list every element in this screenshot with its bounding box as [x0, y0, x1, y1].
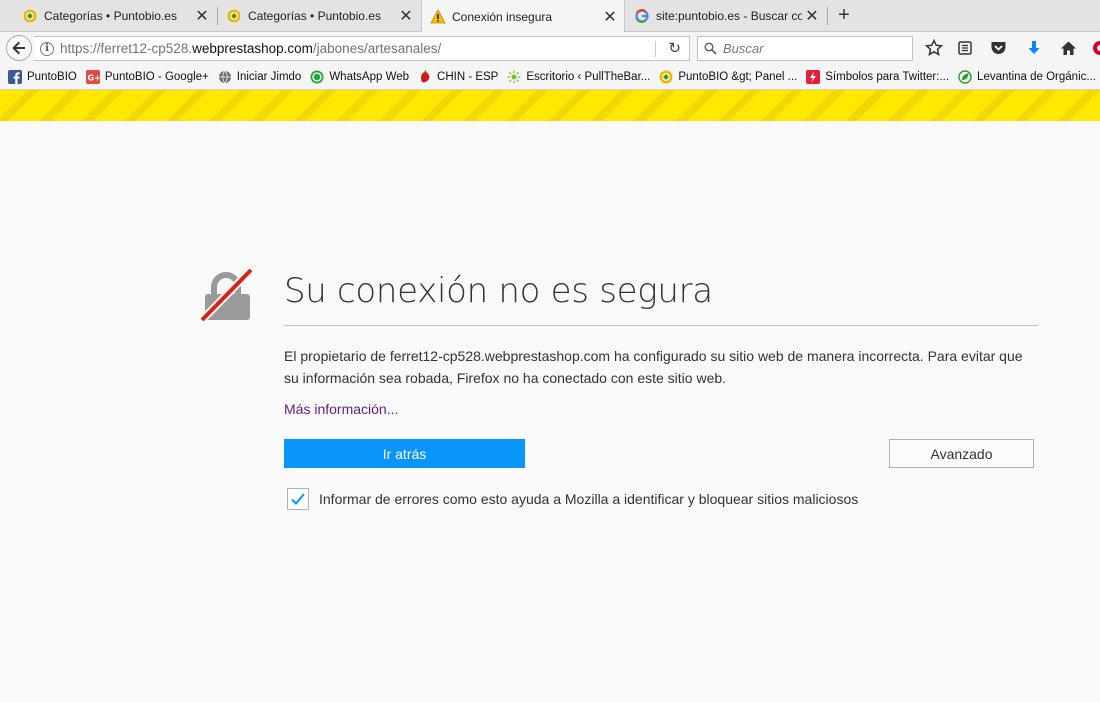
error-page: Su conexión no es segura El propietario … [0, 121, 1100, 702]
reading-list-icon[interactable] [955, 38, 975, 58]
tab-separator [827, 7, 828, 25]
report-errors-label: Informar de errores como esto ayuda a Mo… [319, 491, 859, 507]
bookmarks-toolbar: PuntoBIO G+ PuntoBIO - Google+ Iniciar J… [0, 64, 1100, 90]
whatsapp-icon [310, 70, 324, 84]
close-icon[interactable]: ✕ [802, 6, 822, 26]
search-placeholder: Buscar [723, 41, 764, 56]
title-divider [284, 325, 1038, 326]
tab-conexion-insegura[interactable]: Conexión insegura ✕ [421, 0, 625, 33]
facebook-icon [8, 69, 22, 84]
broken-lock-icon [200, 268, 256, 325]
warning-stripe [0, 90, 1100, 121]
close-icon[interactable]: ✕ [192, 6, 212, 26]
page-title: Su conexión no es segura [284, 271, 713, 311]
bolt-icon [806, 69, 821, 84]
bookmark-label: Iniciar Jimdo [236, 70, 302, 83]
bookmark-star-icon[interactable] [924, 38, 944, 58]
tab-categorias-2[interactable]: Categorías • Puntobio.es ✕ [218, 0, 420, 32]
warning-triangle-icon [430, 9, 446, 25]
report-errors-checkbox[interactable] [287, 488, 309, 510]
url-bar[interactable]: i https://ferret12-cp528. webprestashop.c… [34, 36, 690, 61]
puntobio-favicon-icon [226, 8, 242, 24]
google-plus-icon: G+ [85, 69, 100, 84]
download-icon[interactable] [1024, 38, 1044, 58]
tab-title: Categorías • Puntobio.es [248, 9, 381, 23]
url-path: /jabones/artesanales/ [312, 41, 442, 56]
bookmark-whatsapp[interactable]: WhatsApp Web [310, 70, 409, 84]
bookmark-label: WhatsApp Web [329, 70, 410, 83]
bookmark-label: Levantina de Orgánic... [977, 70, 1096, 83]
bookmark-levantina[interactable]: Levantina de Orgánic... [958, 69, 1096, 84]
home-icon[interactable] [1058, 38, 1078, 58]
bookmark-escritorio[interactable]: Escritorio ‹ PullTheBar... [507, 70, 650, 84]
google-g-icon [634, 8, 650, 24]
bookmark-label: Escritorio ‹ PullTheBar... [526, 70, 651, 83]
puntobio-favicon-icon [22, 8, 38, 24]
pocket-icon[interactable] [988, 38, 1008, 58]
checkmark-icon [291, 493, 305, 505]
tab-title: site:puntobio.es - Buscar con [656, 9, 802, 23]
bookmark-label: PuntoBIO [27, 70, 77, 83]
sun-icon [507, 70, 521, 84]
new-tab-button[interactable]: + [833, 5, 855, 27]
tab-title: Categorías • Puntobio.es [44, 9, 177, 23]
bookmark-puntobio-panel[interactable]: PuntoBIO &gt; Panel ... [659, 70, 797, 84]
navigation-bar: i https://ferret12-cp528. webprestashop.c… [0, 32, 1100, 64]
search-input[interactable]: Buscar [697, 36, 913, 61]
svg-text:G+: G+ [87, 73, 100, 82]
bookmark-chin-esp[interactable]: CHIN - ESP [418, 69, 499, 84]
bookmark-label: Símbolos para Twitter:... [825, 70, 950, 83]
bookmark-label: CHIN - ESP [437, 70, 499, 83]
leaf-icon [958, 69, 972, 84]
tab-google-search[interactable]: site:puntobio.es - Buscar con ✕ [626, 0, 826, 32]
reload-icon[interactable]: ↻ [668, 39, 681, 57]
bookmark-label: PuntoBIO &gt; Panel ... [678, 70, 798, 83]
addon-icon[interactable] [1090, 38, 1100, 58]
bookmark-label: PuntoBIO - Google+ [104, 70, 209, 83]
back-button[interactable] [6, 35, 32, 61]
info-icon[interactable]: i [40, 41, 54, 56]
report-errors-row: Informar de errores como esto ayuda a Mo… [287, 488, 858, 510]
bookmark-simbolos-twitter[interactable]: Símbolos para Twitter:... [806, 69, 950, 84]
globe-icon [218, 70, 232, 84]
close-icon[interactable]: ✕ [396, 6, 416, 26]
bookmark-iniciar-jimdo[interactable]: Iniciar Jimdo [218, 70, 302, 84]
tab-title: Conexión insegura [452, 9, 553, 24]
advanced-button[interactable]: Avanzado [889, 439, 1034, 468]
go-back-button[interactable]: Ir atrás [284, 439, 525, 468]
bookmark-puntobio-facebook[interactable]: PuntoBIO [8, 69, 77, 84]
close-icon[interactable]: ✕ [600, 7, 620, 27]
more-info-link[interactable]: Más información... [284, 401, 398, 417]
search-icon [704, 42, 717, 55]
tab-strip: Categorías • Puntobio.es ✕ Categorías • … [0, 0, 1100, 33]
chili-icon [418, 69, 432, 84]
url-divider [655, 41, 656, 57]
tab-categorias-1[interactable]: Categorías • Puntobio.es ✕ [14, 0, 216, 32]
url-host: webprestashop.com [192, 41, 313, 56]
url-prefix: https://ferret12-cp528. [60, 41, 193, 56]
back-arrow-icon [12, 41, 25, 55]
puntobio-favicon-icon [659, 70, 673, 84]
bookmark-puntobio-googleplus[interactable]: G+ PuntoBIO - Google+ [85, 69, 209, 84]
error-description: El propietario de ferret12-cp528.webpres… [284, 348, 1023, 386]
